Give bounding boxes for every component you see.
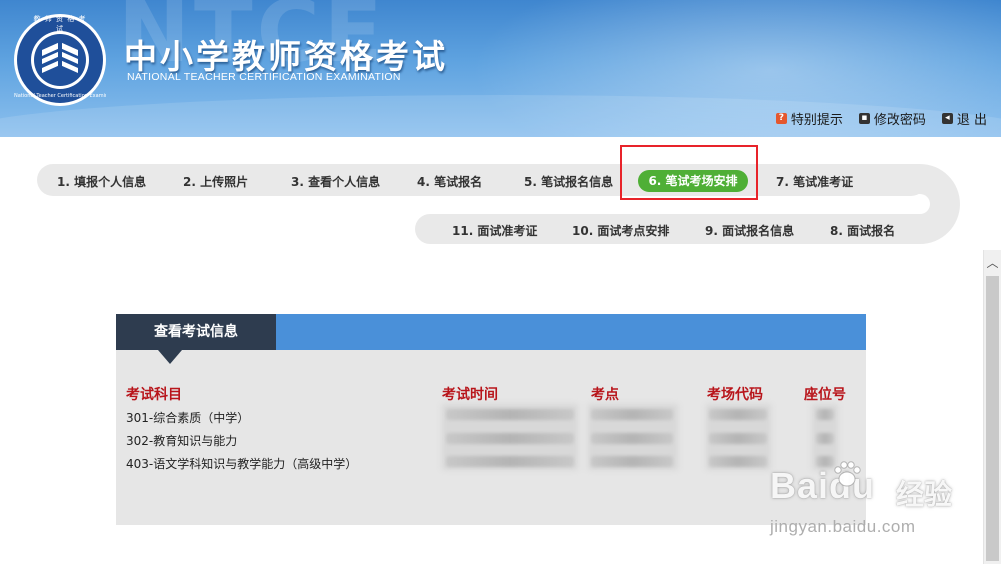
logout-label: 退 出 (956, 113, 987, 128)
table-row-subject: 301-综合素质（中学） (126, 411, 250, 425)
redacted-cell (816, 433, 834, 444)
col-header-site: 考点 (591, 387, 619, 403)
redacted-cell (446, 409, 574, 420)
change-password-link[interactable]: ▪ 修改密码 (858, 109, 926, 128)
col-header-room-code: 考场代码 (707, 387, 763, 403)
step-7-written-admission-ticket[interactable]: 7. 笔试准考证 (776, 173, 853, 190)
col-header-subject: 考试科目 (126, 387, 182, 403)
change-password-label: 修改密码 (873, 113, 926, 128)
table-row-subject: 302-教育知识与能力 (126, 434, 238, 448)
redacted-cell (591, 456, 673, 467)
step-3-view-info[interactable]: 3. 查看个人信息 (291, 173, 380, 190)
exam-info-panel: 查看考试信息 考试科目 考试时间 考点 考场代码 座位号 301-综合素质（中学… (116, 314, 866, 525)
paw-icon (834, 461, 861, 487)
redacted-cell (816, 409, 834, 420)
scroll-up-arrow-icon[interactable]: ︿ (984, 254, 1001, 272)
jingyan-cn-text: 经验 (896, 478, 953, 511)
question-icon: ? (775, 113, 787, 124)
special-notice-label: 特别提示 (790, 113, 843, 128)
logo-ring-text: National Teacher Certification Examinati… (14, 93, 106, 99)
logo-top-text: 教 师 资 格 考 试 (33, 15, 87, 33)
panel-tab-view-exam-info[interactable]: 查看考试信息 (116, 314, 276, 350)
step-11-interview-admission-ticket[interactable]: 11. 面试准考证 (452, 222, 537, 239)
step-4-written-register[interactable]: 4. 笔试报名 (417, 173, 482, 190)
jingyan-url-text: jingyan.baidu.com (770, 517, 916, 536)
redacted-cell (709, 409, 767, 420)
table-row-subject: 403-语文学科知识与教学能力（高级中学） (126, 457, 358, 471)
redacted-cell (709, 456, 767, 467)
site-subtitle: NATIONAL TEACHER CERTIFICATION EXAMINATI… (127, 71, 401, 83)
step-10-interview-site-arrangement[interactable]: 10. 面试考点安排 (572, 222, 669, 239)
redacted-cell (446, 433, 574, 444)
step-5-written-register-info[interactable]: 5. 笔试报名信息 (524, 173, 613, 190)
scroll-thumb[interactable] (986, 276, 999, 561)
step-1-fill-info[interactable]: 1. 填报个人信息 (57, 173, 146, 190)
logout-link[interactable]: ◂ 退 出 (941, 109, 987, 128)
panel-tab-pointer (158, 350, 182, 364)
header-links: ? 特别提示 ▪ 修改密码 ◂ 退 出 (775, 109, 987, 128)
col-header-seat: 座位号 (804, 387, 846, 403)
step-9-interview-register-info[interactable]: 9. 面试报名信息 (705, 222, 794, 239)
vertical-scrollbar[interactable]: ︿ (983, 250, 1001, 564)
exit-icon: ◂ (941, 113, 953, 124)
annotation-highlight-box (620, 145, 758, 200)
key-icon: ▪ (858, 113, 870, 124)
step-8-interview-register[interactable]: 8. 面试报名 (830, 222, 895, 239)
redacted-cell (591, 409, 673, 420)
step-2-upload-photo[interactable]: 2. 上传照片 (183, 173, 248, 190)
baidu-jingyan-watermark: Baidu 经验 jingyan.baidu.com (770, 455, 970, 555)
redacted-cell (709, 433, 767, 444)
redacted-cell (446, 456, 574, 467)
redacted-cell (591, 433, 673, 444)
col-header-time: 考试时间 (442, 387, 498, 403)
site-header: NTCE 教 师 资 格 考 试 National Teacher Certif… (0, 0, 1001, 137)
special-notice-link[interactable]: ? 特别提示 (775, 109, 843, 128)
